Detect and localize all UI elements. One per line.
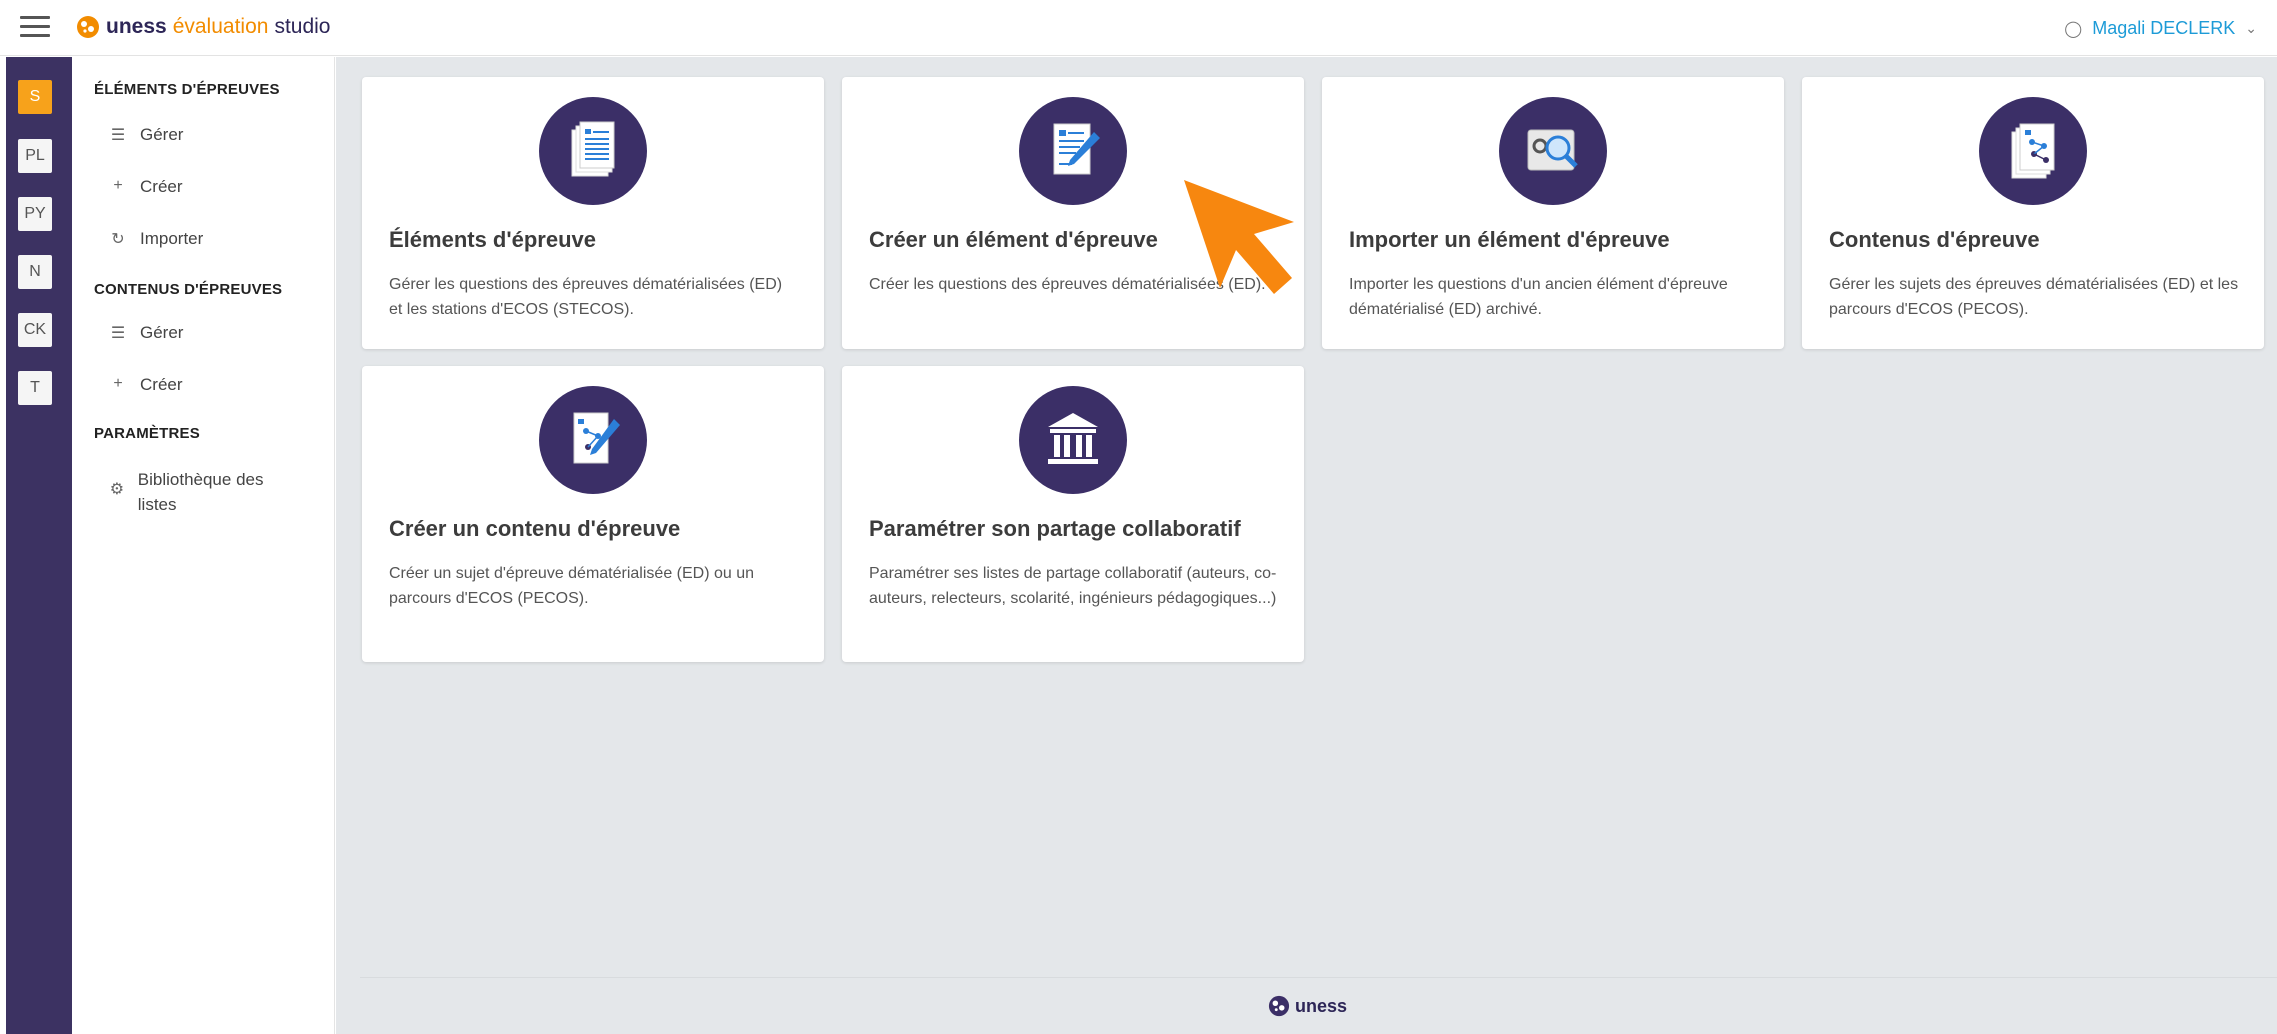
main-content: Éléments d'épreuve Gérer les questions d… <box>336 57 2277 1034</box>
list-icon: ☰ <box>110 325 126 342</box>
content-pages-icon <box>1979 97 2087 205</box>
list-icon: ☰ <box>110 127 126 144</box>
sidebar-item-contenus-gerer[interactable]: ☰ Gérer <box>108 323 184 343</box>
footer-divider <box>360 977 2277 978</box>
app-switcher-rail: S PL PY N CK T <box>0 57 72 1034</box>
rail-button-n[interactable]: N <box>18 255 52 289</box>
card-description: Paramétrer ses listes de partage collabo… <box>869 565 1277 607</box>
sidebar: ÉLÉMENTS D'ÉPREUVES ☰ Gérer + Créer ↻ Im… <box>72 57 335 1034</box>
sidebar-item-label: Créer <box>140 375 183 394</box>
card-title: Éléments d'épreuve <box>389 227 596 252</box>
institution-icon <box>1019 386 1127 494</box>
user-name: Magali DECLERK <box>2092 18 2236 38</box>
gear-icon: ⚙ <box>109 481 125 498</box>
section-title-elements: ÉLÉMENTS D'ÉPREUVES <box>94 81 280 98</box>
card-partage-collaboratif[interactable]: Paramétrer son partage collaboratif Para… <box>842 366 1304 662</box>
plus-icon: + <box>113 177 123 194</box>
card-title: Importer un élément d'épreuve <box>1349 227 1670 252</box>
card-contenus-epreuve[interactable]: Contenus d'épreuve Gérer les sujets des … <box>1802 77 2264 349</box>
rail-button-s[interactable]: S <box>18 80 52 114</box>
brand-uness: uness <box>106 15 167 38</box>
user-menu[interactable]: ◯ Magali DECLERK ⌄ <box>2064 18 2257 39</box>
section-title-contenus: CONTENUS D'ÉPREUVES <box>94 281 283 298</box>
sidebar-item-label: Gérer <box>140 125 184 144</box>
sidebar-item-elements-creer[interactable]: + Créer <box>108 177 183 197</box>
hamburger-menu-icon[interactable] <box>20 16 50 40</box>
rail-button-ck[interactable]: CK <box>18 313 52 347</box>
card-importer-element[interactable]: Importer un élément d'épreuve Importer l… <box>1322 77 1784 349</box>
import-search-icon <box>1499 97 1607 205</box>
content-edit-icon <box>539 386 647 494</box>
rail-button-t[interactable]: T <box>18 371 52 405</box>
app-brand[interactable]: uness évaluation studio <box>76 15 331 39</box>
chevron-down-icon: ⌄ <box>2245 20 2257 36</box>
footer-logo-text: uness <box>1295 995 1348 1016</box>
uness-logo-icon <box>77 16 99 38</box>
card-description: Créer un sujet d'épreuve dématérialisée … <box>389 565 755 607</box>
documents-icon <box>539 97 647 205</box>
uness-logo-icon <box>1268 995 1290 1017</box>
rail-button-pl[interactable]: PL <box>18 139 52 173</box>
sidebar-item-elements-importer[interactable]: ↻ Importer <box>108 229 203 249</box>
card-title: Créer un contenu d'épreuve <box>389 516 681 541</box>
brand-evaluation: évaluation <box>172 15 269 38</box>
sidebar-item-label: Créer <box>140 177 183 196</box>
person-icon: ◯ <box>2064 20 2083 38</box>
footer-logo: uness <box>1268 995 1347 1017</box>
plus-icon: + <box>113 375 123 392</box>
brand-studio: studio <box>274 15 331 38</box>
pointer-arrow-icon <box>1184 180 1294 294</box>
rail-button-py[interactable]: PY <box>18 197 52 231</box>
card-description: Gérer les sujets des épreuves dématérial… <box>1829 276 2239 318</box>
card-elements-epreuve[interactable]: Éléments d'épreuve Gérer les questions d… <box>362 77 824 349</box>
sidebar-item-contenus-creer[interactable]: + Créer <box>108 375 183 395</box>
card-creer-contenu[interactable]: Créer un contenu d'épreuve Créer un suje… <box>362 366 824 662</box>
import-icon: ↻ <box>111 231 125 248</box>
sidebar-item-elements-gerer[interactable]: ☰ Gérer <box>108 125 184 145</box>
sidebar-item-bibliotheque[interactable]: ⚙ Bibliothèque des listes <box>108 467 288 517</box>
card-title: Créer un élément d'épreuve <box>869 227 1158 252</box>
sidebar-item-label: Gérer <box>140 323 184 342</box>
card-title: Paramétrer son partage collaboratif <box>869 516 1241 541</box>
sidebar-item-label: Importer <box>140 229 204 248</box>
top-bar: uness évaluation studio ◯ Magali DECLERK… <box>0 0 2277 56</box>
card-title: Contenus d'épreuve <box>1829 227 2040 252</box>
card-description: Gérer les questions des épreuves dématér… <box>389 276 783 318</box>
document-edit-icon <box>1019 97 1127 205</box>
card-description: Importer les questions d'un ancien éléme… <box>1349 276 1728 318</box>
section-title-parametres: PARAMÈTRES <box>94 425 200 442</box>
sidebar-item-label: Bibliothèque des listes <box>137 470 264 514</box>
